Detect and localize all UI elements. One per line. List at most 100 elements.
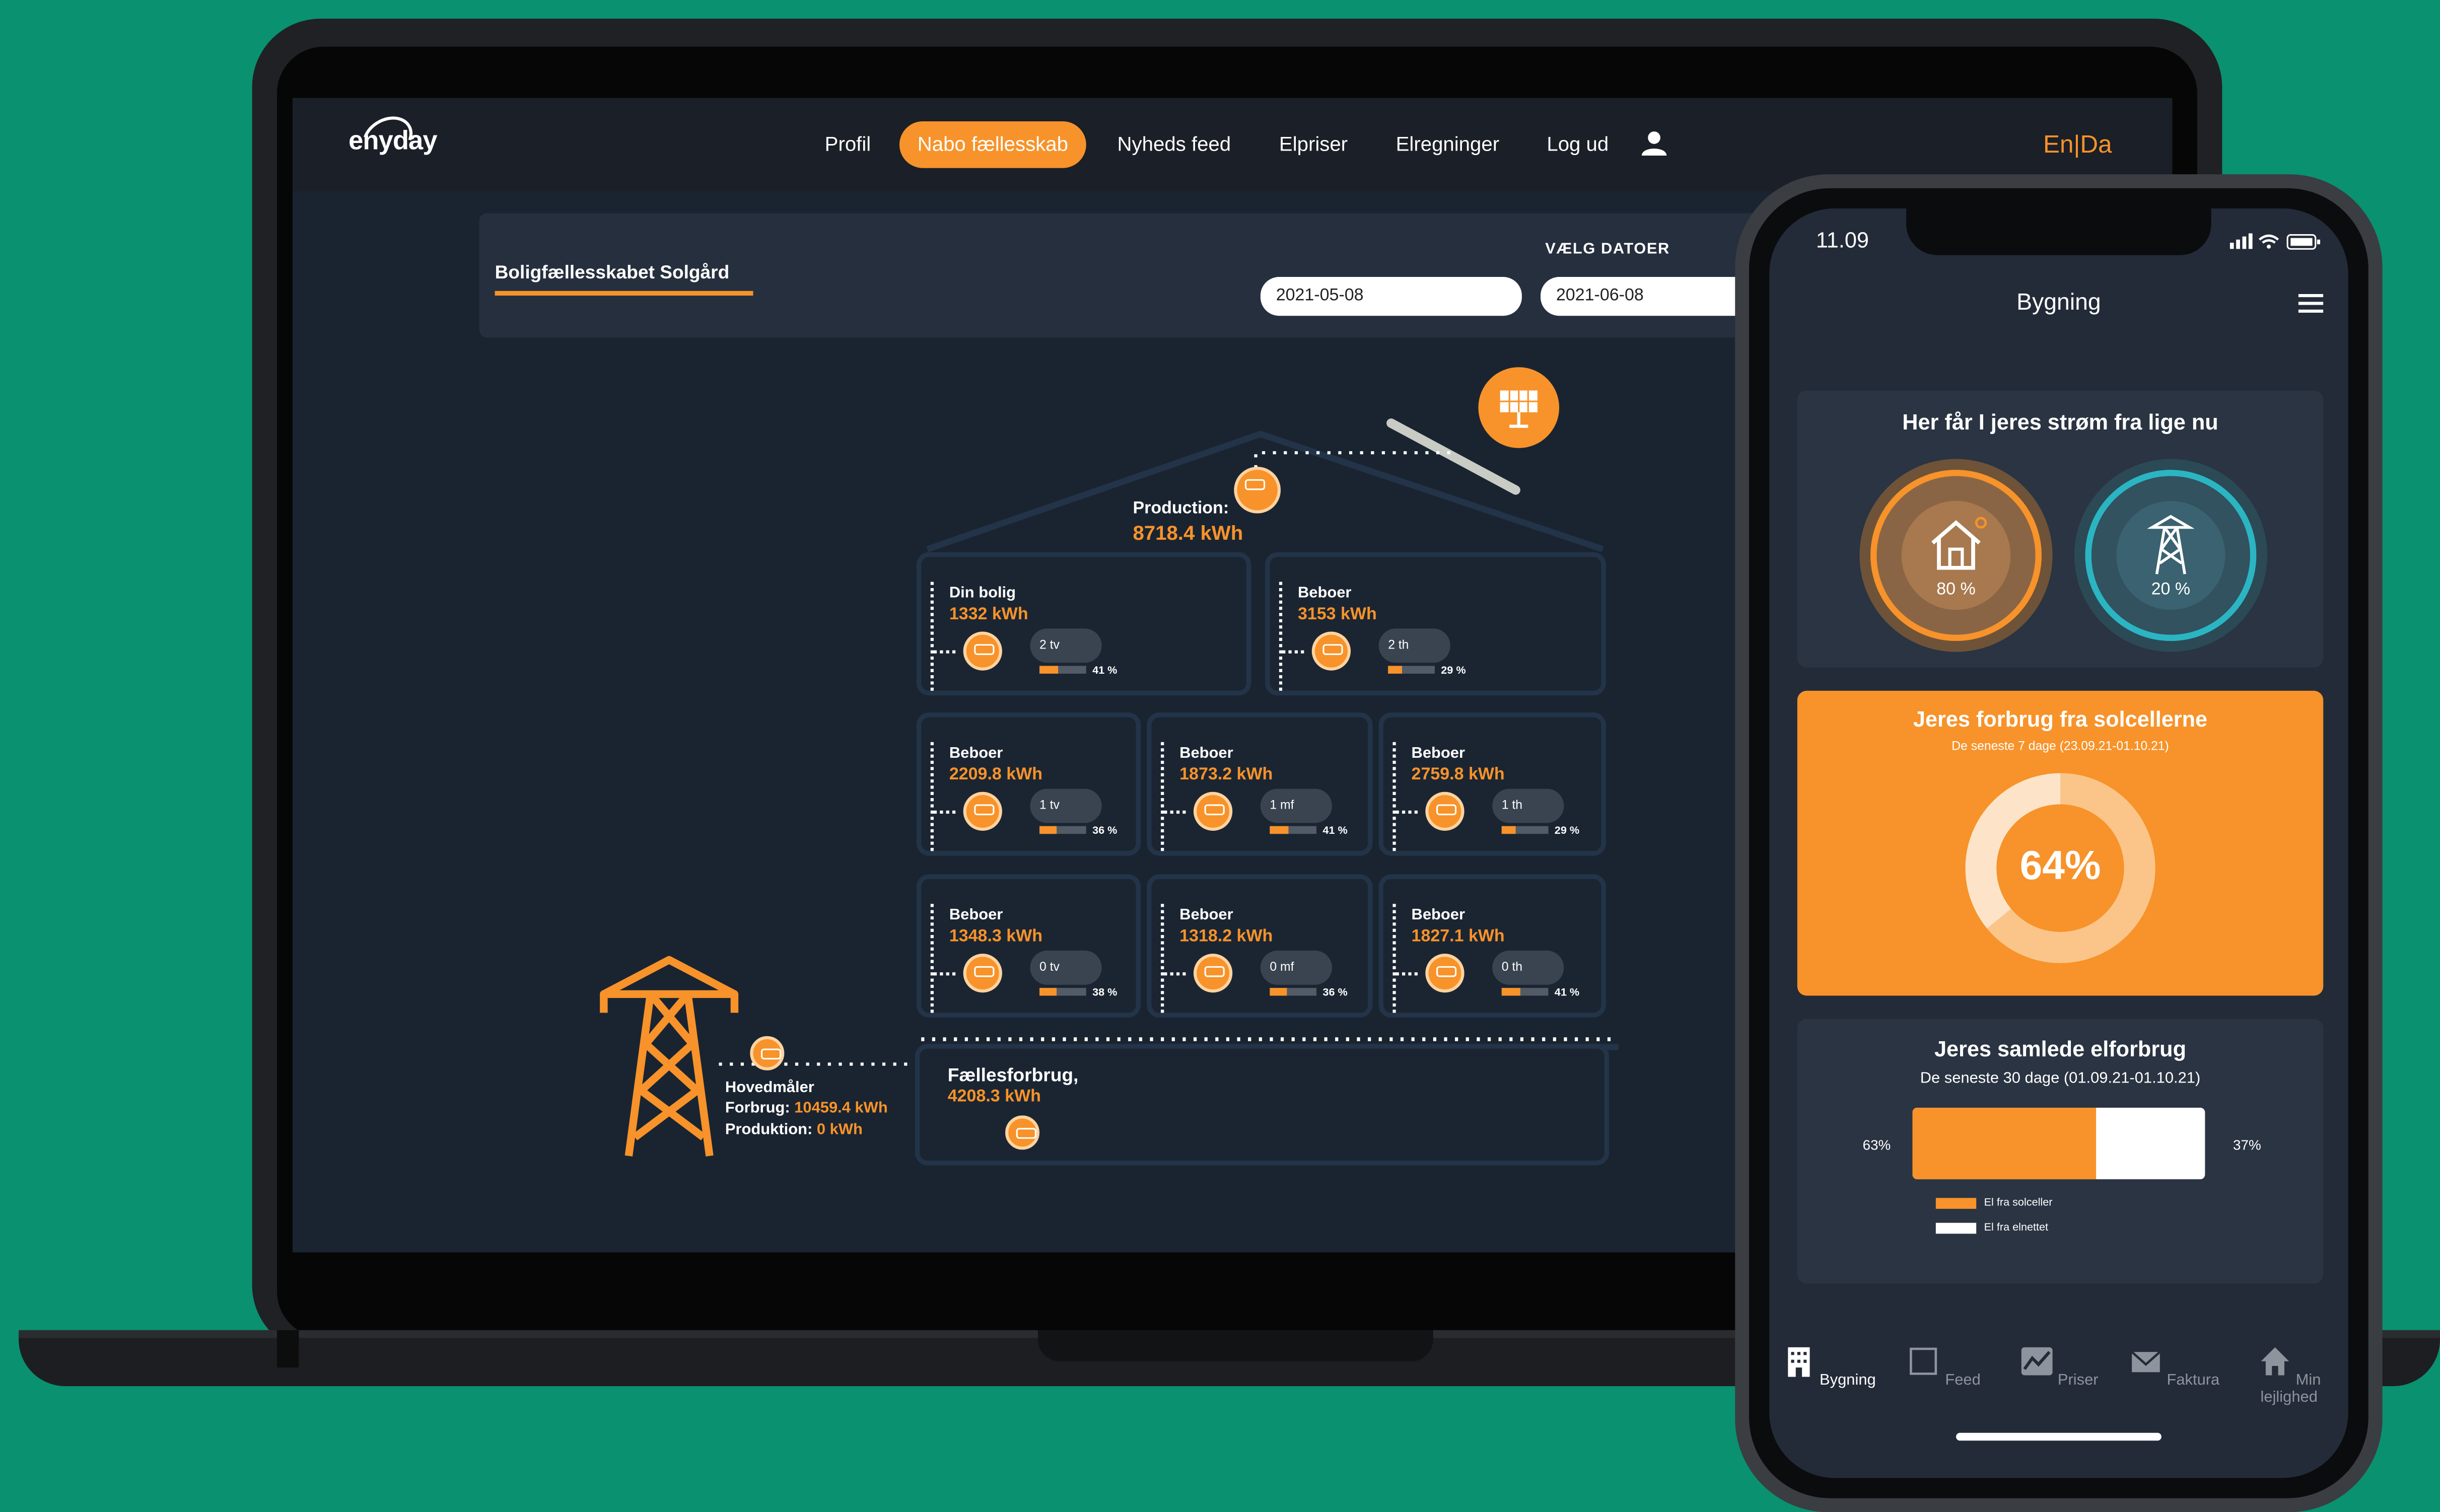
home-icon [2260, 1347, 2288, 1376]
unit-apartment-badge: 0 tv [1030, 950, 1102, 985]
meter-line [933, 650, 956, 654]
unit-meter-icon [963, 791, 1002, 831]
apartment-unit[interactable]: Din bolig 1332 kWh 2 tv 41 % [916, 552, 1251, 696]
total-solar-segment [1912, 1108, 2097, 1180]
tab-feed[interactable]: Feed [1886, 1344, 2001, 1390]
unit-kwh: 2209.8 kWh [949, 765, 1042, 784]
hamburger-menu-icon[interactable] [2298, 294, 2324, 313]
total-subtitle: De seneste 30 dage (01.09.21-01.10.21) [1920, 1070, 2201, 1088]
common-label: Fællesforbrug, [947, 1064, 1079, 1086]
production-value: 8718.4 kWh [1133, 521, 1243, 545]
apartment-unit[interactable]: Beboer 2209.8 kWh 1 tv 36 % [916, 712, 1141, 856]
apartment-unit[interactable]: Beboer 1873.2 kWh 1 mf 41 % [1147, 712, 1373, 856]
main-meter-label: Hovedmåler [725, 1079, 814, 1097]
main-consumption: Forbrug: 10459.4 kWh [725, 1100, 888, 1117]
unit-kwh: 1873.2 kWh [1179, 765, 1273, 784]
building-icon [1787, 1347, 1809, 1377]
unit-solar-bar [1501, 826, 1549, 834]
laptop-hinge [277, 1330, 299, 1368]
envelope-icon [2130, 1351, 2160, 1373]
unit-solar-pct: 29 % [1441, 666, 1466, 677]
meter-line [930, 742, 934, 851]
legend-grid: El fra elnettet [1984, 1222, 2049, 1234]
main-production: Produktion: 0 kWh [725, 1122, 863, 1139]
unit-solar-bar [1270, 988, 1317, 996]
tab-feed-label: Feed [1945, 1372, 1981, 1390]
unit-title: Beboer [1411, 907, 1465, 924]
unit-solar-bar-fill [1388, 666, 1402, 674]
common-area[interactable]: Fællesforbrug, 4208.3 kWh [915, 1044, 1609, 1166]
unit-solar-pct: 29 % [1554, 826, 1580, 837]
solar-consumption-subtitle: De seneste 7 dage (23.09.21-01.10.21) [1951, 739, 2169, 753]
unit-solar-bar-fill [1501, 826, 1516, 834]
unit-solar-bar-fill [1270, 826, 1289, 834]
unit-kwh: 3153 kWh [1297, 605, 1377, 624]
apartment-unit[interactable]: Beboer 3153 kWh 2 th 29 % [1265, 552, 1606, 696]
legend-solar: El fra solceller [1984, 1198, 2053, 1209]
power-pylon-icon [600, 956, 739, 1157]
production2-value: 0 kWh [816, 1121, 863, 1139]
unit-meter-icon [1311, 631, 1351, 671]
consumption-value: 10459.4 kWh [794, 1100, 888, 1117]
unit-apartment-badge: 1 tv [1030, 788, 1102, 823]
unit-title: Din bolig [949, 585, 1016, 602]
unit-apartment-badge: 0 mf [1260, 950, 1332, 985]
unit-meter-icon [1425, 954, 1465, 993]
consumption-label: Forbrug: [725, 1100, 790, 1117]
meter-line [1164, 810, 1186, 814]
unit-solar-pct: 36 % [1322, 988, 1348, 999]
tab-min-lejlighed[interactable]: Min lejlighed [2232, 1344, 2347, 1406]
unit-solar-bar [1501, 988, 1549, 996]
meter-line [933, 972, 956, 976]
meter-line [1164, 972, 1186, 976]
total-title: Jeres samlede elforbrug [1934, 1036, 2187, 1061]
status-time: 11.09 [1816, 227, 1869, 252]
apartment-unit[interactable]: Beboer 1318.2 kWh 0 mf 36 % [1147, 874, 1373, 1018]
apartment-unit[interactable]: Beboer 2759.8 kWh 1 th 29 % [1378, 712, 1606, 856]
apartment-unit[interactable]: Beboer 1827.1 kWh 0 th 41 % [1378, 874, 1606, 1018]
total-stacked-bar [1912, 1108, 2205, 1180]
solar-consumption-title: Jeres forbrug fra solcellerne [1913, 706, 2208, 732]
unit-solar-pct: 38 % [1092, 988, 1118, 999]
tab-priser[interactable]: Priser [2001, 1344, 2117, 1390]
grid-source-pct: 20 % [2151, 580, 2191, 599]
unit-solar-pct: 41 % [1322, 826, 1348, 837]
production2-label: Produktion: [725, 1121, 813, 1139]
unit-title: Beboer [1179, 745, 1233, 763]
unit-solar-bar-fill [1501, 988, 1520, 996]
common-meter-icon [1005, 1115, 1040, 1150]
unit-meter-icon [963, 631, 1002, 671]
tab-faktura-label: Faktura [2167, 1372, 2220, 1390]
phone-title: Bygning [2016, 289, 2101, 316]
unit-solar-bar [1039, 988, 1086, 996]
phone-screen: 11.09 Bygning Her får I jeres strøm fra … [1769, 208, 2348, 1478]
source-title: Her får I jeres strøm fra lige nu [1902, 409, 2218, 435]
source-card: Her får I jeres strøm fra lige nu 80 % 2… [1797, 390, 2324, 668]
unit-solar-bar [1039, 666, 1086, 674]
tab-priser-label: Priser [2057, 1372, 2099, 1390]
unit-solar-bar-fill [1039, 666, 1059, 674]
chart-icon [2020, 1347, 2052, 1376]
meter-line [1161, 742, 1164, 851]
meter-line [933, 810, 956, 814]
unit-title: Beboer [949, 907, 1003, 924]
meter-line [930, 582, 934, 691]
meter-line [1279, 582, 1283, 691]
solar-panel-icon [1478, 367, 1560, 448]
unit-title: Beboer [1411, 745, 1465, 763]
production-meter-icon [1234, 466, 1281, 514]
tab-bygning[interactable]: Bygning [1771, 1344, 1886, 1390]
unit-solar-bar-fill [1039, 826, 1057, 834]
unit-meter-icon [1425, 791, 1465, 831]
unit-title: Beboer [949, 745, 1003, 763]
unit-meter-icon [1193, 791, 1233, 831]
status-icons [2229, 233, 2321, 250]
solar-source-gauge: 80 % [1859, 459, 2053, 652]
tab-faktura[interactable]: Faktura [2116, 1344, 2232, 1390]
tab-bygning-label: Bygning [1820, 1372, 1876, 1390]
unit-kwh: 1348.3 kWh [949, 927, 1042, 946]
home-indicator [1956, 1432, 2162, 1441]
apartment-unit[interactable]: Beboer 1348.3 kWh 0 tv 38 % [916, 874, 1141, 1018]
solar-donut-value: 64% [2019, 841, 2101, 889]
solar-consumption-card: Jeres forbrug fra solcellerne De seneste… [1797, 690, 2324, 996]
